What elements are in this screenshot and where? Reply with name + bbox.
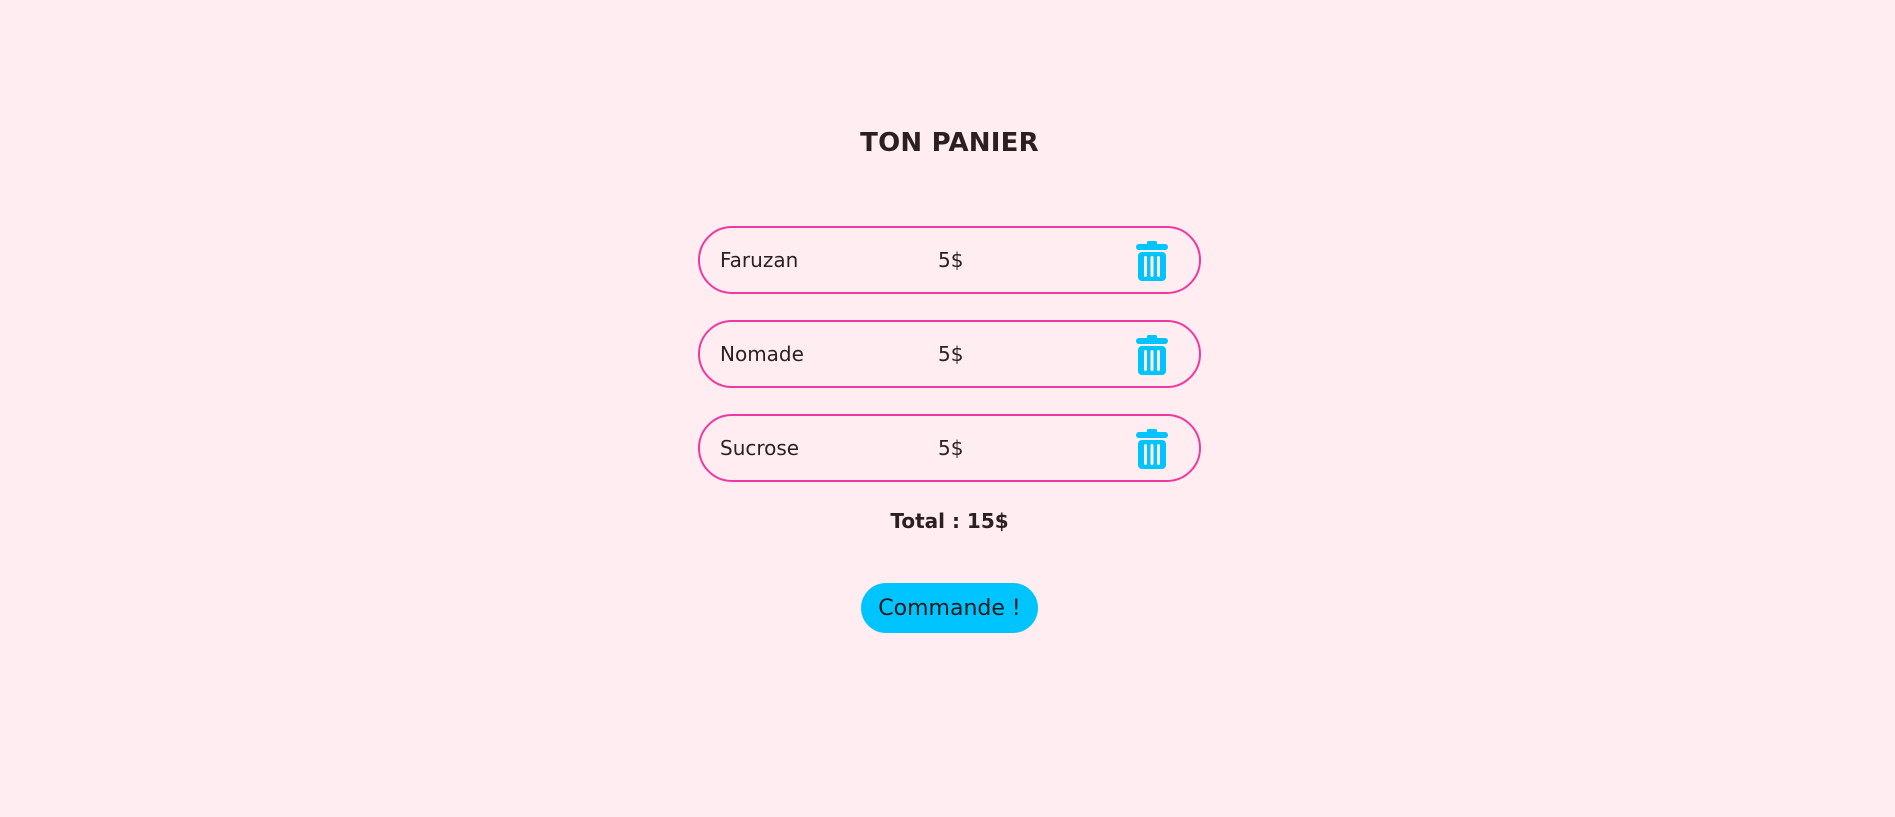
trash-icon: [1136, 241, 1168, 281]
trash-icon: [1136, 335, 1168, 375]
cart-item: Nomade 5$: [698, 320, 1201, 388]
cart-item: Faruzan 5$: [698, 226, 1201, 294]
cart-item: Sucrose 5$: [698, 414, 1201, 482]
page-title: TON PANIER: [860, 128, 1039, 158]
item-price: 5$: [938, 248, 964, 272]
item-price: 5$: [938, 342, 964, 366]
item-price: 5$: [938, 436, 964, 460]
trash-icon: [1136, 429, 1168, 469]
cart-total: Total : 15$: [890, 509, 1009, 533]
item-name: Sucrose: [720, 436, 800, 460]
cart-list: Faruzan 5$ Nomade 5$ Sucrose 5$: [698, 226, 1201, 508]
cart-page: TON PANIER Faruzan 5$ Nomade 5$ Sucrose …: [0, 0, 1895, 817]
delete-item-button[interactable]: [1134, 334, 1170, 376]
delete-item-button[interactable]: [1134, 240, 1170, 282]
order-button[interactable]: Commande !: [861, 583, 1038, 633]
item-name: Faruzan: [720, 248, 799, 272]
delete-item-button[interactable]: [1134, 428, 1170, 470]
item-name: Nomade: [720, 342, 804, 366]
